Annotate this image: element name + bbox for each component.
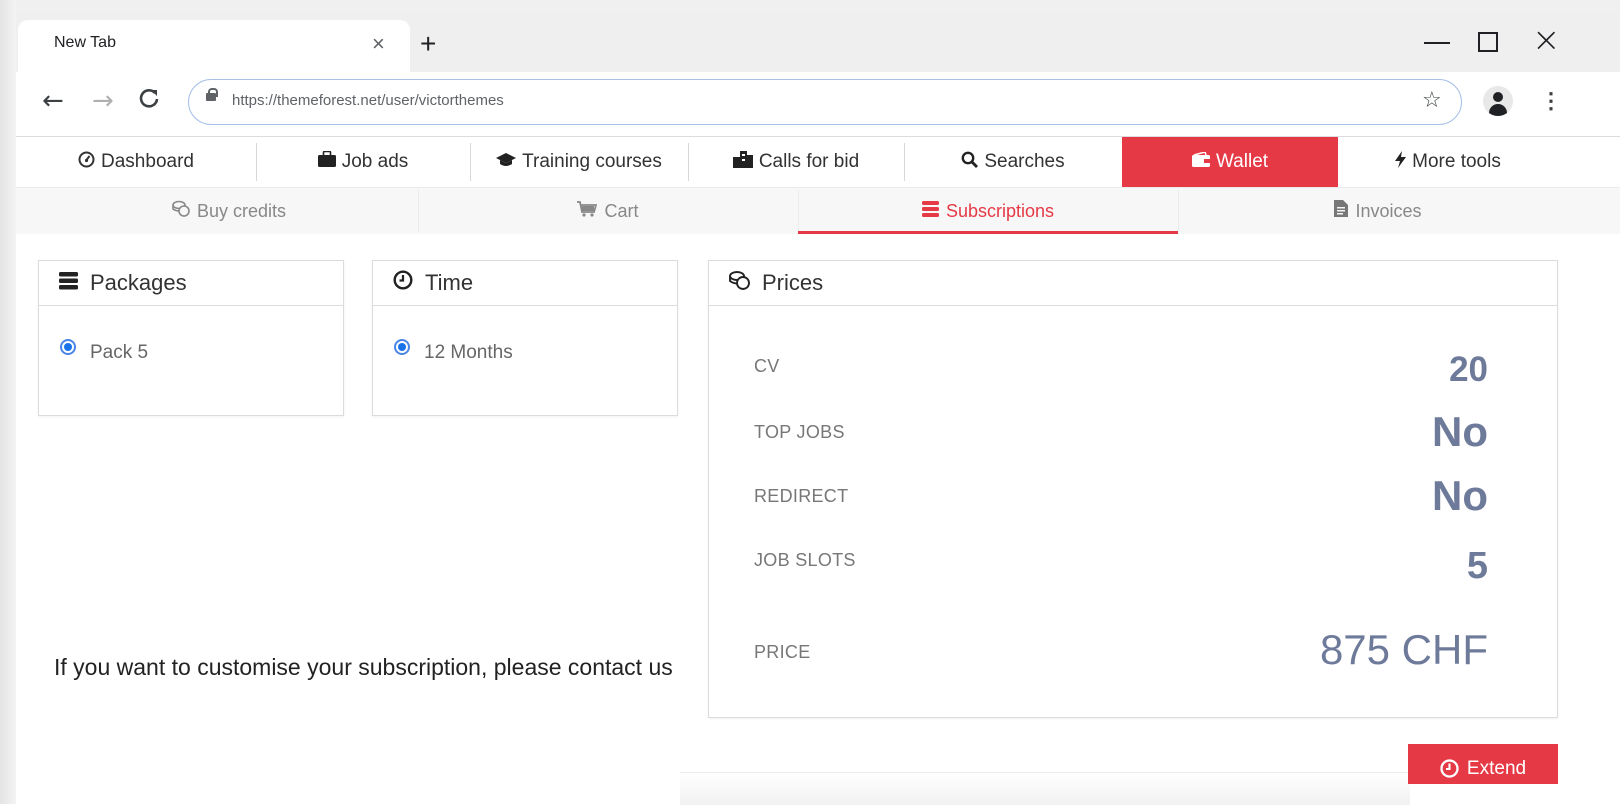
new-tab-icon[interactable]: + [420,26,436,62]
url-text[interactable]: https://themeforest.net/user/victortheme… [232,92,504,109]
price-row-value: 20 [1449,350,1488,389]
stack-icon [59,270,78,296]
subnav-invoices[interactable]: Invoices [1178,188,1578,234]
subnav-subscriptions[interactable]: Subscriptions [798,188,1178,234]
nav-calls-for-bid[interactable]: Calls for bid [688,137,904,187]
bolt-icon [1395,150,1407,174]
tab-close-icon[interactable]: × [372,30,385,58]
graduation-cap-icon [496,151,517,173]
price-row-label: CV [754,356,780,376]
price-row-label: PRICE [754,642,811,662]
cart-icon [577,200,598,222]
nav-searches[interactable]: Searches [904,137,1122,187]
stack-icon [921,200,939,222]
nav-label: Calls for bid [758,151,860,172]
nav-job-ads[interactable]: Job ads [256,137,470,187]
nav-label: Training courses [522,151,662,172]
time-title: Time [425,270,474,295]
window-close-icon[interactable]: × [1532,22,1561,58]
coins-icon [729,270,750,296]
prices-title: Prices [762,270,824,295]
minimize-icon[interactable] [1424,24,1450,60]
prices-header: Prices [709,261,1557,306]
price-total-value: 875 CHF [1319,626,1488,673]
extend-button[interactable]: Extend [1408,744,1558,784]
lock-icon-body [206,93,216,101]
building-icon [732,150,753,174]
window-frame-left [0,0,16,804]
reload-icon[interactable] [138,86,160,117]
briefcase-icon [317,150,336,173]
bookmark-star-icon[interactable]: ☆ [1422,88,1442,114]
clock-icon [1440,759,1459,784]
nav-label: Searches [984,151,1065,172]
price-row-label: TOP JOBS [754,422,845,442]
nav-label: More tools [1412,151,1501,172]
package-radio[interactable] [60,339,76,355]
clock-icon [393,270,413,296]
search-icon [961,151,979,174]
package-option-label[interactable]: Pack 5 [90,342,148,364]
price-row-value: No [1432,472,1488,519]
profile-avatar-icon[interactable] [1483,86,1513,116]
window-frame-top [0,0,1620,14]
price-row-label: REDIRECT [754,486,849,506]
back-icon[interactable]: ← [42,86,64,116]
invoice-icon [1334,200,1349,222]
extend-label: Extend [1466,758,1527,779]
subnav-buy-credits[interactable]: Buy credits [40,188,418,234]
price-row-value: No [1432,408,1488,455]
nav-wallet[interactable]: Wallet [1122,137,1338,187]
forward-icon[interactable]: → [92,86,114,116]
dashboard-icon [78,151,95,174]
wallet-icon [1191,151,1210,173]
footer-strip [680,772,1410,805]
subnav-label: Buy credits [196,200,287,221]
time-radio[interactable] [394,339,410,355]
nav-label: Job ads [341,151,409,172]
time-panel: Time [372,260,678,416]
browser-menu-icon[interactable]: ⋮ [1540,88,1562,114]
price-row-value: 5 [1466,545,1488,587]
coins-icon [172,200,190,222]
subnav-label: Subscriptions [945,200,1055,221]
time-option-label[interactable]: 12 Months [424,342,513,364]
subnav-label: Invoices [1355,200,1422,221]
nav-label: Wallet [1215,151,1269,172]
subnav-cart[interactable]: Cart [418,188,798,234]
nav-dashboard[interactable]: Dashboard [16,137,256,187]
nav-more-tools[interactable]: More tools [1338,137,1558,187]
nav-label: Dashboard [101,151,194,172]
packages-title: Packages [90,270,187,295]
nav-training-courses[interactable]: Training courses [470,137,688,187]
price-row-label: JOB SLOTS [754,550,856,570]
tab-title: New Tab [54,34,116,51]
active-tab-underline [798,231,1178,234]
customise-message: If you want to customise your subscripti… [54,654,673,680]
subnav-label: Cart [604,200,639,221]
maximize-icon[interactable] [1478,32,1498,52]
packages-header: Packages [39,261,343,306]
time-header: Time [373,261,677,306]
packages-panel: Packages [38,260,344,416]
